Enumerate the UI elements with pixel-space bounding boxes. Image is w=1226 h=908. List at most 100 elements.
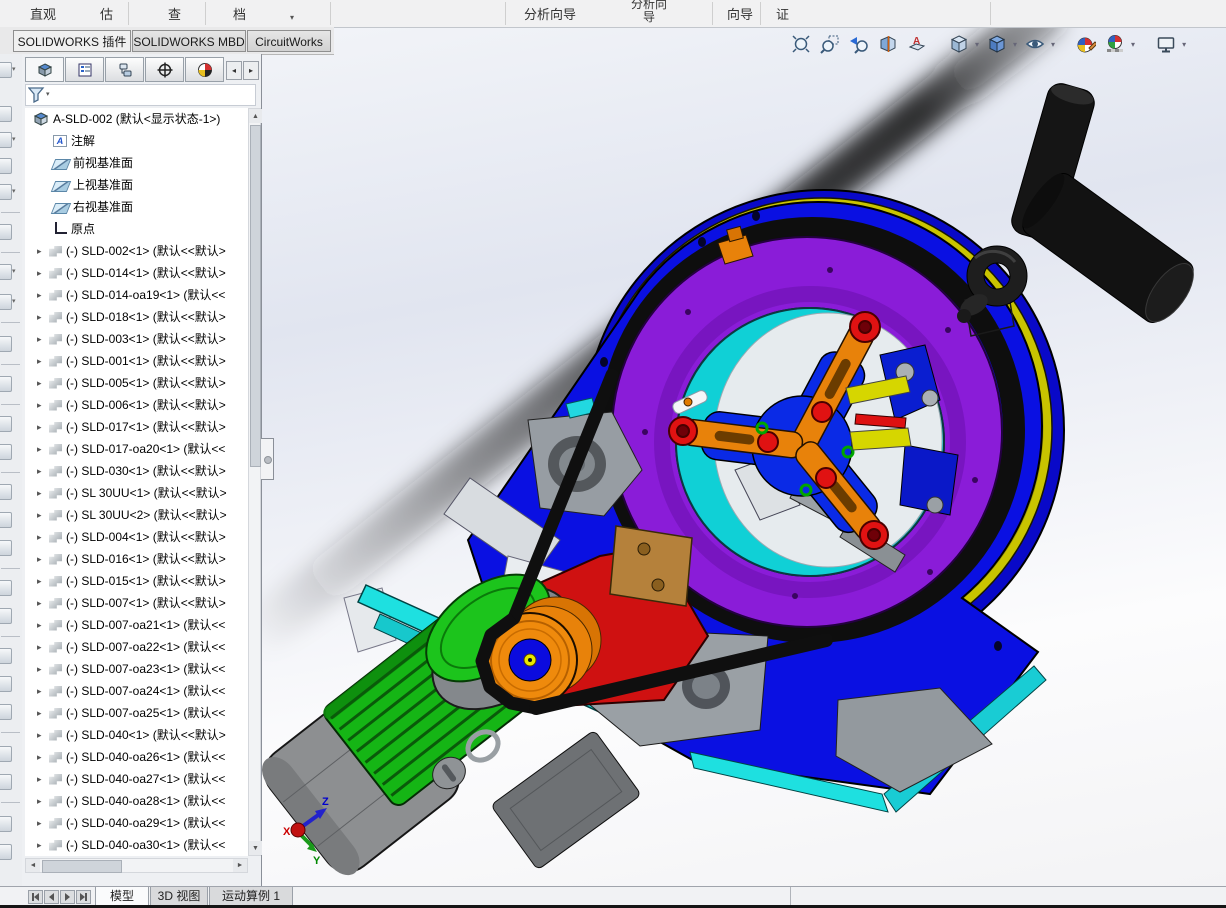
tree-item-label[interactable]: 原点 <box>71 218 95 240</box>
tree-filter-input[interactable]: ▾ <box>25 84 256 106</box>
toolbar-icon[interactable] <box>0 158 12 174</box>
toolbar-icon[interactable] <box>0 844 12 860</box>
tree-component-row[interactable]: (-) SLD-017<1> (默认<<默认> <box>25 416 248 438</box>
ribbon-button[interactable]: 档 <box>233 4 246 23</box>
tab-featuremanager[interactable] <box>25 57 64 82</box>
component-label[interactable]: (-) SLD-007-oa21<1> (默认<< <box>66 614 225 636</box>
tree-item-label[interactable]: 注解 <box>71 130 95 152</box>
first-tab-button[interactable] <box>28 890 43 904</box>
expand-icon[interactable] <box>37 702 47 724</box>
component-label[interactable]: (-) SLD-007-oa24<1> (默认<< <box>66 680 225 702</box>
tree-component-row[interactable]: (-) SLD-001<1> (默认<<默认> <box>25 350 248 372</box>
component-label[interactable]: (-) SLD-007-oa22<1> (默认<< <box>66 636 225 658</box>
toolbar-icon[interactable] <box>0 336 12 352</box>
expand-icon[interactable] <box>37 350 47 372</box>
component-label[interactable]: (-) SLD-007-oa23<1> (默认<< <box>66 658 225 680</box>
toolbar-icon[interactable] <box>0 444 12 460</box>
scroll-down-icon[interactable]: ▼ <box>249 841 262 855</box>
expand-icon[interactable] <box>37 438 47 460</box>
expand-icon[interactable] <box>37 768 47 790</box>
expand-icon[interactable] <box>37 570 47 592</box>
toolbar-icon[interactable] <box>0 648 12 664</box>
ribbon-button[interactable]: 分析向导 <box>524 4 576 23</box>
ribbon-button[interactable]: 直观 <box>30 4 56 23</box>
toolbar-icon[interactable] <box>0 224 12 240</box>
scroll-left-icon[interactable]: ◄ <box>26 859 40 872</box>
component-label[interactable]: (-) SLD-007<1> (默认<<默认> <box>66 592 226 614</box>
scroll-right-icon[interactable]: ► <box>233 859 247 872</box>
apply-scene-caret-icon[interactable]: ▾ <box>1131 40 1135 49</box>
toolbar-icon[interactable] <box>0 264 12 280</box>
expand-icon[interactable] <box>37 328 47 350</box>
graphics-viewport[interactable]: X Z Y A ▾ ▾ ▾ ▾ ▾ <box>227 0 1226 886</box>
view-settings-icon[interactable] <box>1155 33 1177 55</box>
display-style-icon[interactable] <box>986 33 1008 55</box>
tree-component-row[interactable]: (-) SLD-030<1> (默认<<默认> <box>25 460 248 482</box>
tree-component-row[interactable]: (-) SLD-007<1> (默认<<默认> <box>25 592 248 614</box>
zoom-to-fit-icon[interactable] <box>790 33 812 55</box>
expand-icon[interactable] <box>37 548 47 570</box>
component-label[interactable]: (-) SLD-007-oa25<1> (默认<< <box>66 702 225 724</box>
toolbar-icon[interactable] <box>0 62 12 78</box>
toolbar-icon[interactable] <box>0 184 12 200</box>
tree-component-row[interactable]: (-) SLD-018<1> (默认<<默认> <box>25 306 248 328</box>
expand-icon[interactable] <box>37 592 47 614</box>
component-label[interactable]: (-) SLD-040<1> (默认<<默认> <box>66 724 226 746</box>
3d-model-view[interactable]: X Z Y <box>227 0 1226 886</box>
tab-circuitworks[interactable]: CircuitWorks <box>247 30 331 52</box>
tree-component-row[interactable]: (-) SL 30UU<1> (默认<<默认> <box>25 482 248 504</box>
dropdown-caret-icon[interactable]: ▾ <box>12 267 16 275</box>
tree-component-row[interactable]: (-) SLD-014-oa19<1> (默认<< <box>25 284 248 306</box>
component-label[interactable]: (-) SLD-017<1> (默认<<默认> <box>66 416 226 438</box>
tree-component-row[interactable]: (-) SLD-040-oa30<1> (默认<< <box>25 834 248 856</box>
expand-icon[interactable] <box>37 724 47 746</box>
toolbar-icon[interactable] <box>0 376 12 392</box>
tree-component-row[interactable]: (-) SLD-007-oa23<1> (默认<< <box>25 658 248 680</box>
expand-icon[interactable] <box>37 746 47 768</box>
toolbar-icon[interactable] <box>0 608 12 624</box>
expand-icon[interactable] <box>37 504 47 526</box>
panel-tab-scroll-left[interactable]: ◂ <box>226 61 242 80</box>
tree-component-row[interactable]: (-) SLD-017-oa20<1> (默认<< <box>25 438 248 460</box>
tree-component-row[interactable]: (-) SLD-007-oa21<1> (默认<< <box>25 614 248 636</box>
tree-component-row[interactable]: (-) SLD-040-oa29<1> (默认<< <box>25 812 248 834</box>
tree-component-row[interactable]: (-) SLD-040<1> (默认<<默认> <box>25 724 248 746</box>
tree-component-row[interactable]: (-) SLD-002<1> (默认<<默认> <box>25 240 248 262</box>
ribbon-button[interactable]: 导 <box>643 10 655 24</box>
panel-tab-scroll-right[interactable]: ▸ <box>243 61 259 80</box>
tree-component-row[interactable]: (-) SLD-040-oa28<1> (默认<< <box>25 790 248 812</box>
tree-row-front-plane[interactable]: 前视基准面 <box>25 152 248 174</box>
edit-appearance-icon[interactable] <box>1075 33 1097 55</box>
expand-icon[interactable] <box>37 812 47 834</box>
expand-icon[interactable] <box>37 394 47 416</box>
component-label[interactable]: (-) SLD-014-oa19<1> (默认<< <box>66 284 225 306</box>
tab-model[interactable]: 模型 <box>95 887 149 906</box>
tab-3d-views[interactable]: 3D 视图 <box>150 887 208 906</box>
tree-component-row[interactable]: (-) SLD-007-oa22<1> (默认<< <box>25 636 248 658</box>
tree-row-top-plane[interactable]: 上视基准面 <box>25 174 248 196</box>
tree-component-row[interactable]: (-) SLD-006<1> (默认<<默认> <box>25 394 248 416</box>
component-label[interactable]: (-) SLD-040-oa29<1> (默认<< <box>66 812 225 834</box>
section-view-icon[interactable] <box>877 33 899 55</box>
filter-funnel-icon[interactable] <box>28 87 46 103</box>
last-tab-button[interactable] <box>76 890 91 904</box>
expand-icon[interactable] <box>37 460 47 482</box>
expand-icon[interactable] <box>37 416 47 438</box>
component-label[interactable]: (-) SLD-040-oa30<1> (默认<< <box>66 834 225 856</box>
tree-component-row[interactable]: (-) SLD-040-oa26<1> (默认<< <box>25 746 248 768</box>
tree-component-row[interactable]: (-) SLD-007-oa25<1> (默认<< <box>25 702 248 724</box>
expand-icon[interactable] <box>37 306 47 328</box>
component-label[interactable]: (-) SLD-017-oa20<1> (默认<< <box>66 438 225 460</box>
component-label[interactable]: (-) SLD-040-oa26<1> (默认<< <box>66 746 225 768</box>
component-label[interactable]: (-) SLD-016<1> (默认<<默认> <box>66 548 226 570</box>
panel-splitter-handle[interactable] <box>261 438 274 480</box>
view-orientation-icon[interactable] <box>948 33 970 55</box>
toolbar-icon[interactable] <box>0 132 12 148</box>
tree-item-label[interactable]: 上视基准面 <box>73 174 133 196</box>
expand-icon[interactable] <box>37 614 47 636</box>
toolbar-icon[interactable] <box>0 580 12 596</box>
expand-icon[interactable] <box>37 790 47 812</box>
expand-icon[interactable] <box>37 834 47 856</box>
tree-component-row[interactable]: (-) SLD-007-oa24<1> (默认<< <box>25 680 248 702</box>
toolbar-icon[interactable] <box>0 416 12 432</box>
